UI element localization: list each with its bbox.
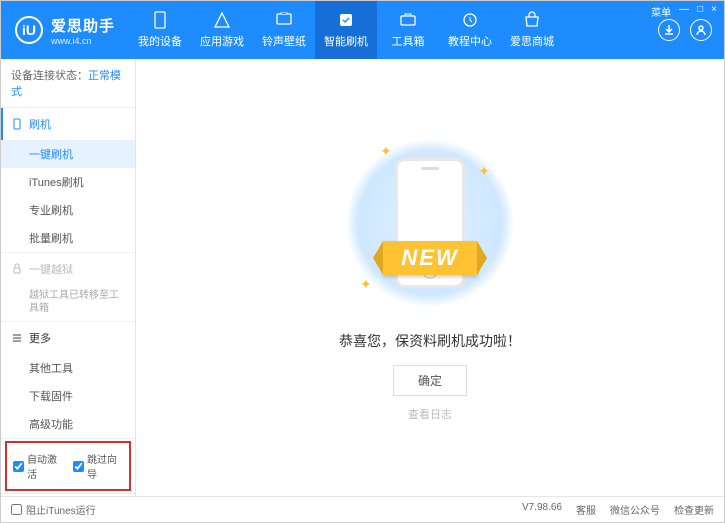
nav-tab-ringtones[interactable]: 铃声壁纸 <box>253 1 315 59</box>
sidebar-item-flash-0[interactable]: 一键刷机 <box>1 140 135 168</box>
view-log-link[interactable]: 查看日志 <box>408 406 452 422</box>
jailbreak-note: 越狱工具已转移至工具箱 <box>1 285 135 321</box>
close-button[interactable]: × <box>711 4 717 19</box>
lock-icon <box>11 263 23 275</box>
logo-area: iU 爱思助手 www.i4.cn <box>1 15 129 46</box>
app-url: www.i4.cn <box>51 36 115 46</box>
sidebar-item-more-0[interactable]: 其他工具 <box>1 354 135 382</box>
confirm-button[interactable]: 确定 <box>393 365 467 396</box>
nav-tab-store[interactable]: 爱思商城 <box>501 1 563 59</box>
apps-games-icon <box>212 11 232 29</box>
connection-status: 设备连接状态：正常模式 <box>1 59 135 108</box>
sidebar-section-jailbreak: 一键越狱 <box>1 253 135 285</box>
version-label: V7.98.66 <box>522 502 562 517</box>
my-device-icon <box>150 11 170 29</box>
ringtones-icon <box>274 11 294 29</box>
nav-tab-my-device[interactable]: 我的设备 <box>129 1 191 59</box>
phone-icon <box>11 118 23 130</box>
wechat-link[interactable]: 微信公众号 <box>610 502 660 517</box>
sidebar-item-more-2[interactable]: 高级功能 <box>1 410 135 438</box>
smart-flash-icon <box>336 11 356 29</box>
skip-guide-checkbox[interactable]: 跳过向导 <box>73 451 123 481</box>
user-button[interactable] <box>690 19 712 41</box>
success-illustration: ✦ ✦ ✦ NEW <box>340 133 520 313</box>
check-update-link[interactable]: 检查更新 <box>674 502 714 517</box>
main-content: ✦ ✦ ✦ NEW 恭喜您，保资料刷机成功啦！ 确定 查看日志 <box>136 59 724 496</box>
header-right <box>658 19 724 41</box>
success-message: 恭喜您，保资料刷机成功啦！ <box>339 331 521 351</box>
app-header: iU 爱思助手 www.i4.cn 我的设备应用游戏铃声壁纸智能刷机工具箱教程中… <box>1 1 724 59</box>
maximize-button[interactable]: □ <box>697 4 703 19</box>
sidebar: 设备连接状态：正常模式 刷机 一键刷机iTunes刷机专业刷机批量刷机 一键越狱… <box>1 59 136 496</box>
block-itunes-checkbox[interactable]: 阻止iTunes运行 <box>11 502 96 517</box>
sidebar-item-flash-2[interactable]: 专业刷机 <box>1 196 135 224</box>
new-banner: NEW <box>383 241 476 275</box>
nav-tab-toolbox[interactable]: 工具箱 <box>377 1 439 59</box>
store-icon <box>522 11 542 29</box>
nav-tabs: 我的设备应用游戏铃声壁纸智能刷机工具箱教程中心爱思商城 <box>129 1 563 59</box>
app-name: 爱思助手 <box>51 15 115 36</box>
nav-tab-smart-flash[interactable]: 智能刷机 <box>315 1 377 59</box>
support-link[interactable]: 客服 <box>576 502 596 517</box>
sidebar-section-more[interactable]: 更多 <box>1 322 135 354</box>
logo-icon: iU <box>15 16 43 44</box>
nav-tab-apps-games[interactable]: 应用游戏 <box>191 1 253 59</box>
download-button[interactable] <box>658 19 680 41</box>
nav-tab-tutorials[interactable]: 教程中心 <box>439 1 501 59</box>
minimize-button[interactable]: — <box>679 4 689 19</box>
checkbox-row: 自动激活 跳过向导 <box>5 441 131 491</box>
tutorials-icon <box>460 11 480 29</box>
toolbox-icon <box>398 11 418 29</box>
menu-button[interactable]: 菜单 <box>651 4 671 19</box>
sidebar-section-flash[interactable]: 刷机 <box>1 108 135 140</box>
footer: 阻止iTunes运行 V7.98.66 客服 微信公众号 检查更新 <box>1 496 724 522</box>
sidebar-item-more-1[interactable]: 下载固件 <box>1 382 135 410</box>
window-controls: 菜单 — □ × <box>651 4 717 19</box>
sidebar-item-flash-1[interactable]: iTunes刷机 <box>1 168 135 196</box>
sidebar-item-flash-3[interactable]: 批量刷机 <box>1 224 135 252</box>
list-icon <box>11 332 23 344</box>
auto-activate-checkbox[interactable]: 自动激活 <box>13 451 63 481</box>
